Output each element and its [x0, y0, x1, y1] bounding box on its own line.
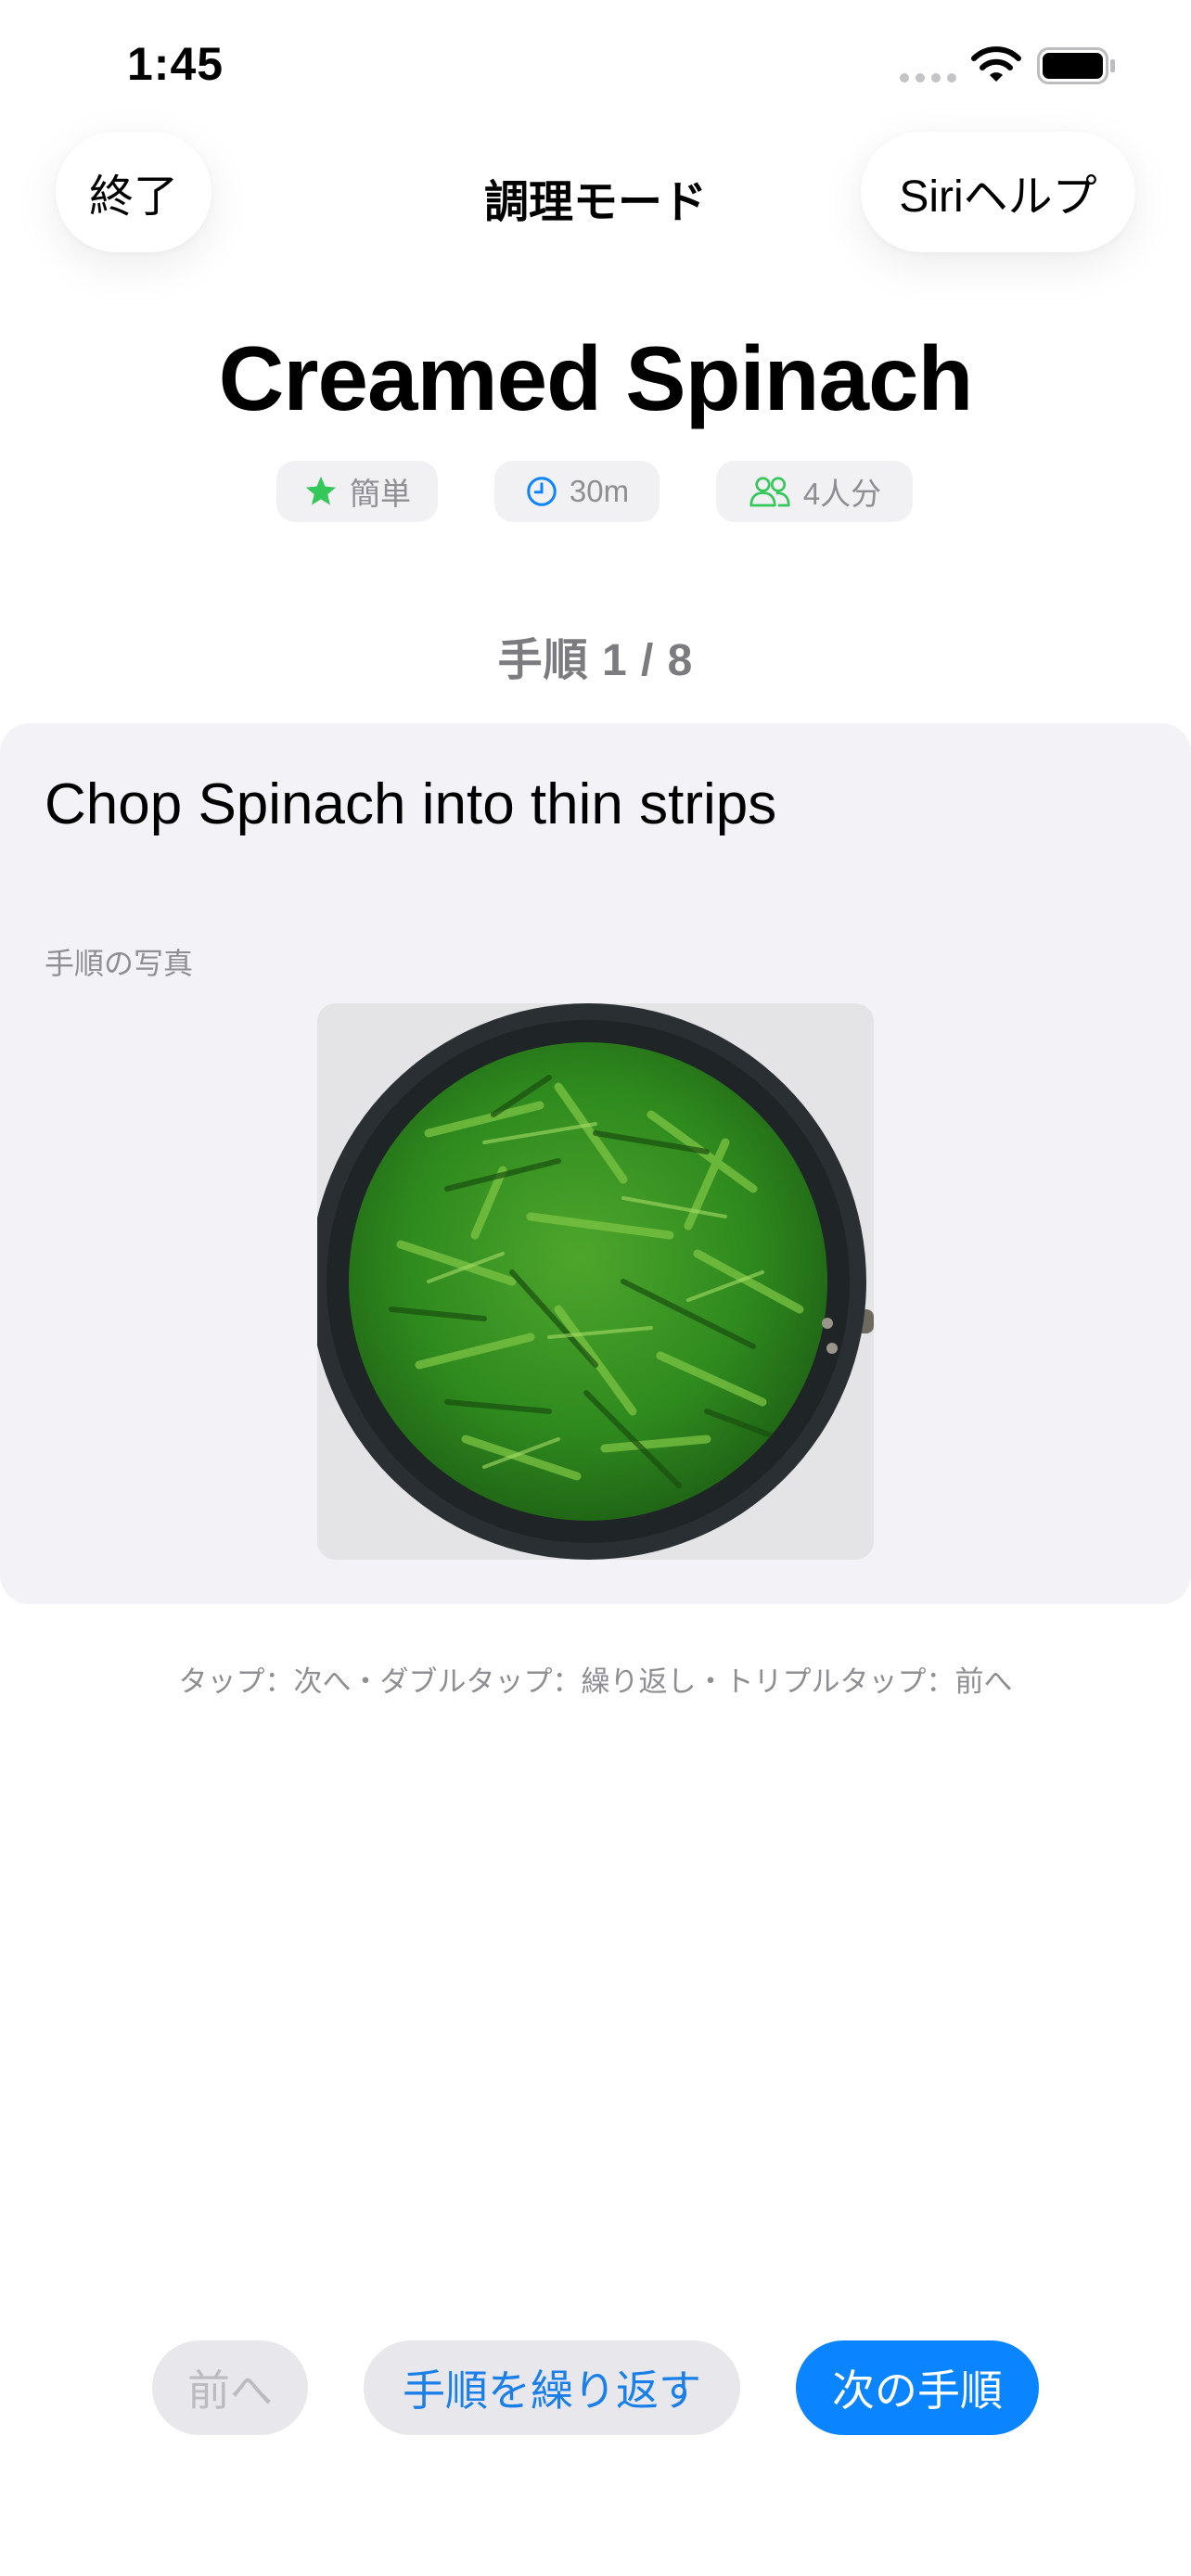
- siri-help-button[interactable]: Siriヘルプ: [861, 132, 1135, 252]
- previous-button[interactable]: 前へ: [152, 2340, 308, 2435]
- servings-badge: 4人分: [716, 461, 913, 522]
- step-photo-label: 手順の写真: [45, 947, 194, 980]
- time-badge: 30m: [494, 461, 660, 522]
- step-instruction: Chop Spinach into thin strips: [45, 772, 777, 836]
- step-counter: 手順 1 / 8: [497, 636, 694, 685]
- difficulty-badge: 簡単: [276, 461, 438, 522]
- recipe-title: Creamed Spinach: [218, 327, 974, 429]
- status-time: 1:45: [127, 38, 224, 90]
- spinach-pan-image: [317, 1003, 874, 1560]
- step-card[interactable]: Chop Spinach into thin strips 手順の写真: [0, 723, 1191, 1604]
- next-step-button[interactable]: 次の手順: [796, 2340, 1039, 2435]
- people-icon: [749, 477, 790, 507]
- time-label: 30m: [569, 474, 630, 508]
- repeat-step-button[interactable]: 手順を繰り返す: [364, 2340, 740, 2435]
- gesture-hint: タップ：次へ・ダブルタップ：繰り返し・トリプルタップ：前へ: [178, 1665, 1013, 1698]
- step-photo: [317, 1003, 874, 1560]
- difficulty-label: 簡単: [350, 477, 411, 511]
- clock-icon: [527, 477, 557, 506]
- battery-icon: [1037, 47, 1115, 84]
- status-bar: 1:45: [0, 0, 1191, 130]
- wifi-icon: [971, 46, 1021, 82]
- servings-label: 4人分: [802, 477, 882, 511]
- star-icon: [305, 476, 337, 505]
- cellular-signal-icon: [900, 73, 956, 83]
